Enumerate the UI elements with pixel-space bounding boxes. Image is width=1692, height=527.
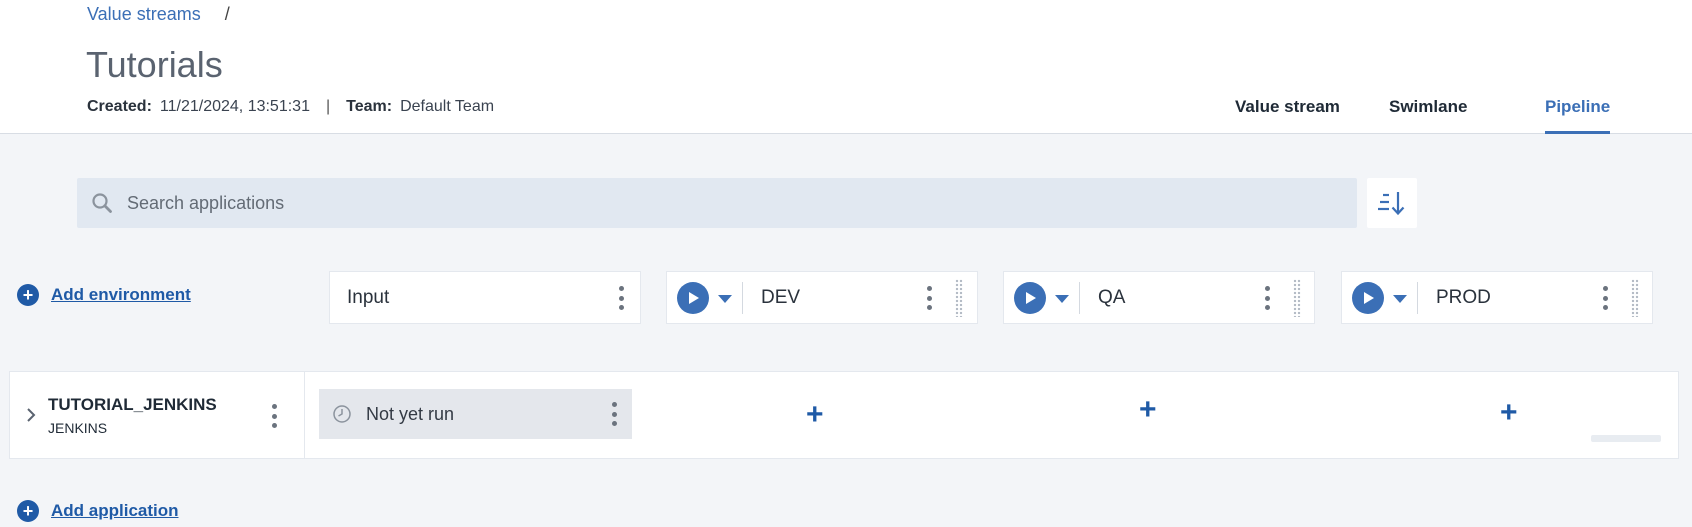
created-value: 11/21/2024, 13:51:31 xyxy=(159,98,310,115)
add-deployment-qa-button[interactable]: + xyxy=(1139,395,1157,425)
tab-value-stream[interactable]: Value stream xyxy=(1235,97,1340,134)
tab-swimlane[interactable]: Swimlane xyxy=(1389,97,1467,134)
more-vertical-icon[interactable] xyxy=(1602,286,1608,310)
breadcrumb-link-value-streams[interactable]: Value streams xyxy=(87,4,201,25)
environment-card-input: Input xyxy=(329,271,641,324)
tab-pipeline[interactable]: Pipeline xyxy=(1545,97,1611,134)
add-environment-button[interactable]: + Add environment xyxy=(17,284,191,306)
environment-name: DEV xyxy=(761,287,801,308)
search-input[interactable] xyxy=(127,192,1327,214)
more-vertical-icon[interactable] xyxy=(618,286,624,310)
play-icon[interactable] xyxy=(1014,282,1046,314)
caret-down-icon[interactable] xyxy=(718,295,732,303)
more-vertical-icon[interactable] xyxy=(271,404,277,428)
divider xyxy=(1417,282,1418,314)
environment-card-prod: PROD xyxy=(1341,271,1653,324)
more-vertical-icon[interactable] xyxy=(926,286,932,310)
environment-card-dev: DEV xyxy=(666,271,978,324)
add-environment-label: Add environment xyxy=(51,285,191,304)
drag-handle-icon[interactable] xyxy=(955,279,963,317)
environment-card-qa: QA xyxy=(1003,271,1315,324)
environment-name: Input xyxy=(347,286,390,308)
status-text: Not yet run xyxy=(366,403,455,424)
plus-icon: + xyxy=(17,500,39,522)
drag-handle-icon[interactable] xyxy=(1631,279,1639,317)
add-application-button[interactable]: + Add application xyxy=(17,500,179,522)
caret-down-icon[interactable] xyxy=(1055,295,1069,303)
page-title: Tutorials xyxy=(86,44,223,85)
breadcrumb: Value streams / xyxy=(87,4,230,25)
created-label: Created: xyxy=(87,98,152,115)
application-info: TUTORIAL_JENKINS JENKINS xyxy=(10,372,305,458)
breadcrumb-separator: / xyxy=(224,4,230,24)
meta-divider: | xyxy=(325,98,331,115)
chevron-right-icon[interactable] xyxy=(24,405,38,425)
team-value: Default Team xyxy=(400,98,495,115)
more-vertical-icon[interactable] xyxy=(611,402,617,426)
add-deployment-dev-button[interactable]: + xyxy=(806,400,824,430)
add-application-label: Add application xyxy=(51,501,179,520)
divider xyxy=(1079,282,1080,314)
sort-descending-icon xyxy=(1378,192,1405,216)
environment-name: QA xyxy=(1098,287,1126,308)
team-label: Team: xyxy=(346,98,393,115)
search-bar xyxy=(77,178,1357,228)
environment-name: PROD xyxy=(1436,287,1491,308)
divider xyxy=(742,282,743,314)
horizontal-scrollbar[interactable] xyxy=(1591,435,1661,442)
search-icon xyxy=(92,193,112,213)
more-vertical-icon[interactable] xyxy=(1264,286,1270,310)
application-type: JENKINS xyxy=(48,420,108,436)
input-status-chip[interactable]: Not yet run xyxy=(319,389,632,439)
application-name: TUTORIAL_JENKINS xyxy=(48,395,217,414)
play-icon[interactable] xyxy=(677,282,709,314)
sort-button[interactable] xyxy=(1367,178,1417,228)
application-row: TUTORIAL_JENKINS JENKINS Not yet run + +… xyxy=(9,371,1679,459)
plus-icon: + xyxy=(17,284,39,306)
add-deployment-prod-button[interactable]: + xyxy=(1500,398,1518,428)
page-header: Value streams / Tutorials Created: 11/21… xyxy=(0,0,1692,134)
clock-icon xyxy=(333,405,351,423)
play-icon[interactable] xyxy=(1352,282,1384,314)
drag-handle-icon[interactable] xyxy=(1293,279,1301,317)
page-meta: Created: 11/21/2024, 13:51:31 | Team: De… xyxy=(87,98,494,116)
caret-down-icon[interactable] xyxy=(1393,295,1407,303)
